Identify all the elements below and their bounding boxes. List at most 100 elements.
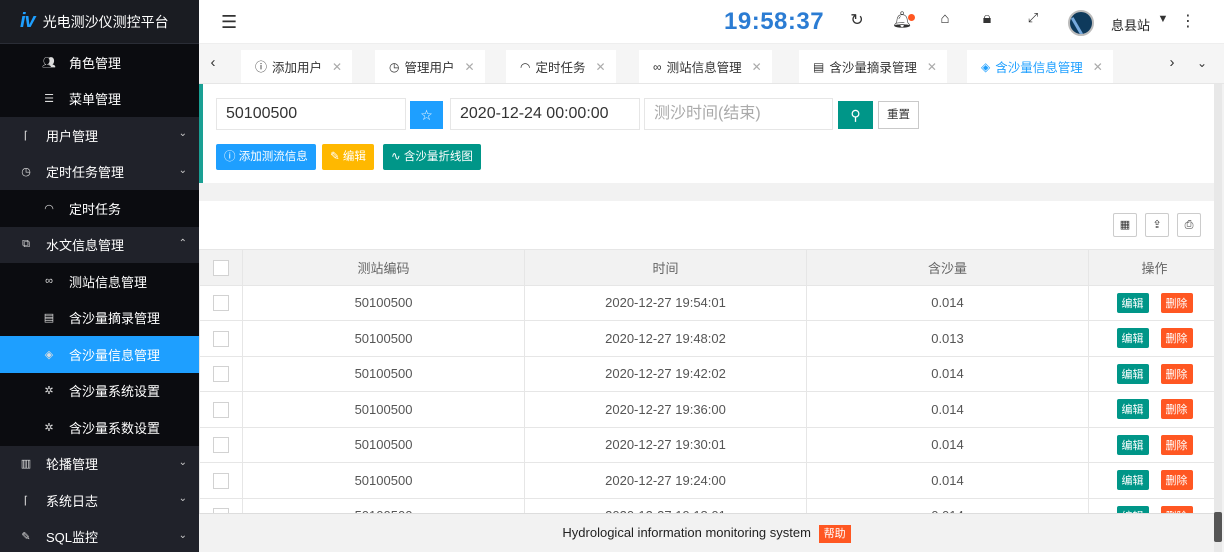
tab-bar: ‹ ⓘ 添加用户 ✕ ◷ 管理用户 ✕ ◠ 定时任务 ✕ ∞ 测站信息管理 ✕ ▤ 含沙量摘录管理 ✕ ◈ 含沙…: [199, 44, 1224, 84]
sidebar-item-label: SQL监控: [46, 530, 99, 546]
sidebar-item-label: 含沙量摘录管理: [69, 311, 161, 327]
row-edit-button[interactable]: 编辑: [1116, 434, 1149, 455]
sidebar-item[interactable]: ⌈ 系统日志 ⌄: [0, 482, 199, 519]
columns-icon[interactable]: ▦: [1113, 213, 1137, 237]
row-checkbox[interactable]: [213, 472, 229, 489]
refresh-icon[interactable]: ↻: [846, 10, 868, 30]
tab-item[interactable]: ◈ 含沙量信息管理 ✕: [967, 50, 1113, 83]
caret-down-icon[interactable]: ▼: [1152, 13, 1174, 25]
sidebar-item[interactable]: 👥︎ 角色管理: [0, 44, 199, 81]
edit-label: 编辑: [342, 151, 366, 163]
tab-item[interactable]: ▤ 含沙量摘录管理 ✕: [799, 50, 947, 83]
sidebar-item[interactable]: ✲ 含沙量系数设置: [0, 409, 199, 446]
table-row[interactable]: 50100500 2020-12-27 19:30:01 0.014 编辑 删除: [199, 426, 1221, 463]
lock-icon[interactable]: 🔒︎: [976, 10, 998, 28]
sidebar-item[interactable]: ∞ 测站信息管理: [0, 263, 199, 300]
tab-close-icon[interactable]: ✕: [465, 60, 475, 74]
select-all-checkbox[interactable]: [213, 259, 229, 276]
chevron-down-icon[interactable]: ⌄: [179, 165, 187, 176]
username[interactable]: 息县站: [1111, 15, 1150, 34]
sidebar-item[interactable]: ✎ SQL监控 ⌄: [0, 519, 199, 552]
tab-prev-icon[interactable]: ‹: [203, 54, 223, 71]
more-vertical-icon[interactable]: ⋮: [1177, 11, 1199, 31]
scrollbar[interactable]: [1214, 84, 1222, 552]
chevron-down-icon[interactable]: ⌄: [179, 128, 187, 139]
chart-button[interactable]: ∿ 含沙量折线图: [383, 144, 481, 170]
tab-item[interactable]: ◷ 管理用户 ✕: [375, 50, 485, 83]
avatar[interactable]: [1068, 10, 1094, 36]
brand[interactable]: iv 光电测沙仪测控平台: [0, 0, 199, 44]
sidebar-item[interactable]: ▤ 含沙量摘录管理: [0, 299, 199, 336]
main-content: 50100500 ☆ 2020-12-24 00:00:00 测沙时间(结束) …: [199, 84, 1224, 552]
row-edit-button[interactable]: 编辑: [1116, 363, 1149, 384]
tab-item[interactable]: ∞ 测站信息管理 ✕: [639, 50, 772, 83]
chevron-down-icon[interactable]: ⌄: [179, 457, 187, 468]
sidebar-item[interactable]: ⌈ 用户管理 ⌄: [0, 117, 199, 154]
sidebar-item[interactable]: ◈ 含沙量信息管理: [0, 336, 199, 373]
search-button[interactable]: ⚲: [838, 101, 873, 129]
row-delete-button[interactable]: 删除: [1160, 434, 1193, 455]
tab-dropdown-icon[interactable]: ⌄: [1192, 56, 1212, 70]
menu-toggle-icon[interactable]: ☰: [221, 12, 237, 33]
row-delete-button[interactable]: 删除: [1160, 470, 1193, 491]
station-code-input[interactable]: 50100500: [216, 98, 406, 130]
sediment-value-cell: 0.014: [806, 391, 1089, 428]
row-edit-button[interactable]: 编辑: [1116, 399, 1149, 420]
table-row[interactable]: 50100500 2020-12-27 19:24:00 0.014 编辑 删除: [199, 462, 1221, 499]
table-row[interactable]: 50100500 2020-12-27 19:54:01 0.014 编辑 删除: [199, 284, 1221, 321]
tab-close-icon[interactable]: ✕: [332, 60, 342, 74]
sediment-value-cell: 0.014: [806, 284, 1089, 321]
scrollbar-thumb[interactable]: [1214, 512, 1222, 542]
table-row[interactable]: 50100500 2020-12-27 19:48:02 0.013 编辑 删除: [199, 320, 1221, 357]
row-delete-button[interactable]: 删除: [1160, 399, 1193, 420]
sidebar-item[interactable]: ◷ 定时任务管理 ⌄: [0, 154, 199, 191]
row-delete-button[interactable]: 删除: [1160, 328, 1193, 349]
tab-close-icon[interactable]: ✕: [752, 60, 762, 74]
station-code-cell: 50100500: [242, 355, 525, 392]
print-icon[interactable]: ⎙: [1177, 213, 1201, 237]
row-select-cell: [199, 355, 243, 392]
add-flow-button[interactable]: ⓘ 添加测流信息: [216, 144, 316, 170]
time-cell: 2020-12-27 19:48:02: [524, 320, 807, 357]
fullscreen-icon[interactable]: ⤢: [1022, 10, 1044, 26]
start-time-input[interactable]: 2020-12-24 00:00:00: [450, 98, 640, 130]
edit-button[interactable]: ✎ 编辑: [322, 144, 374, 170]
row-actions-cell: 编辑删除: [1088, 355, 1221, 392]
row-checkbox[interactable]: [213, 295, 229, 312]
chevron-down-icon[interactable]: ⌄: [179, 493, 187, 504]
tab-next-icon[interactable]: ›: [1162, 54, 1182, 71]
row-delete-button[interactable]: 删除: [1160, 292, 1193, 313]
tag-icon[interactable]: ⌂: [934, 10, 956, 27]
tab-close-icon[interactable]: ✕: [596, 60, 606, 74]
table-row[interactable]: 50100500 2020-12-27 19:42:02 0.014 编辑 删除: [199, 355, 1221, 392]
sidebar-item[interactable]: ⧉ 水文信息管理 ⌃: [0, 227, 199, 264]
help-button[interactable]: 帮助: [818, 525, 851, 543]
sidebar-item[interactable]: ▥ 轮播管理 ⌄: [0, 446, 199, 483]
row-edit-button[interactable]: 编辑: [1116, 292, 1149, 313]
favorite-star-button[interactable]: ☆: [410, 101, 443, 129]
tab-close-icon[interactable]: ✕: [927, 60, 937, 74]
row-edit-button[interactable]: 编辑: [1116, 328, 1149, 349]
tab-item[interactable]: ◠ 定时任务 ✕: [506, 50, 616, 83]
row-checkbox[interactable]: [213, 401, 229, 418]
reset-button[interactable]: 重置: [878, 101, 919, 129]
table-row[interactable]: 50100500 2020-12-27 19:36:00 0.014 编辑 删除: [199, 391, 1221, 428]
row-checkbox[interactable]: [213, 437, 229, 454]
sidebar-item[interactable]: ✲ 含沙量系统设置: [0, 372, 199, 409]
row-delete-button[interactable]: 删除: [1160, 363, 1193, 384]
export-icon[interactable]: ⇪: [1145, 213, 1169, 237]
sidebar-item[interactable]: ◠ 定时任务: [0, 190, 199, 227]
table-body: 50100500 2020-12-27 19:54:01 0.014 编辑 删除 5010…: [199, 284, 1221, 534]
tab-close-icon[interactable]: ✕: [1093, 60, 1103, 74]
row-checkbox[interactable]: [213, 330, 229, 347]
tab-item[interactable]: ⓘ 添加用户 ✕: [241, 50, 353, 83]
chevron-up-icon[interactable]: ⌃: [179, 238, 187, 249]
row-checkbox[interactable]: [213, 366, 229, 383]
sidebar-item[interactable]: ☰ 菜单管理: [0, 80, 199, 117]
logo: iv: [20, 10, 36, 32]
end-time-input[interactable]: 测沙时间(结束): [644, 98, 833, 130]
row-edit-button[interactable]: 编辑: [1116, 470, 1149, 491]
list-icon: ☰: [44, 93, 54, 106]
sidebar-item-label: 定时任务管理: [46, 165, 125, 181]
chevron-down-icon[interactable]: ⌄: [179, 530, 187, 541]
